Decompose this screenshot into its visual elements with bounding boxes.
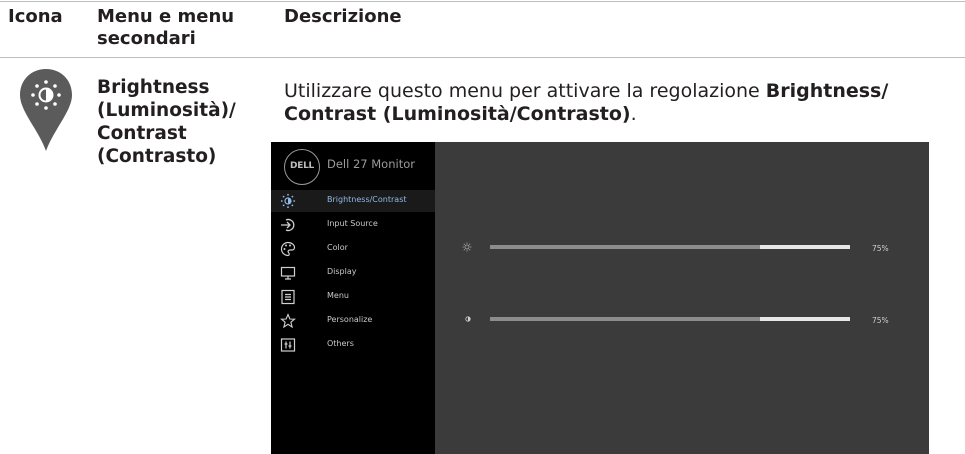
display-icon [280, 266, 296, 280]
menu-item-name: Brightness (Luminosità)/ Contrast (Contr… [97, 77, 236, 167]
description-suffix: . [630, 103, 637, 125]
osd-menu-item-menu[interactable]: Menu [271, 286, 435, 308]
star-icon [280, 313, 296, 329]
contrast-slider[interactable] [490, 317, 850, 321]
menu-icon [281, 289, 295, 305]
top-rule [0, 1, 965, 2]
brightness-value: 75% [872, 244, 889, 253]
osd-menu-item-input-source[interactable]: Input Source [271, 214, 435, 236]
header-rule [0, 57, 965, 58]
osd-content-panel: 75% 75% [435, 142, 929, 454]
osd-sidebar: DELL Dell 27 Monitor Brightness/Contrast… [271, 142, 435, 454]
osd-menu-label: Display [327, 267, 357, 276]
others-icon [280, 338, 296, 352]
contrast-small-icon [465, 316, 471, 322]
brightness-slider-fill [490, 245, 760, 249]
osd-menu-label: Others [327, 339, 354, 348]
color-palette-icon [280, 241, 296, 257]
osd-menu-label: Personalize [327, 315, 373, 324]
dell-logo: DELL [284, 149, 320, 185]
brightness-small-icon [462, 242, 472, 252]
column-header-description: Descrizione [284, 6, 402, 27]
contrast-slider-fill [490, 317, 760, 321]
osd-menu-label: Brightness/Contrast [327, 195, 407, 204]
contrast-value: 75% [872, 316, 889, 325]
osd-menu-label: Color [327, 243, 348, 252]
osd-menu-item-personalize[interactable]: Personalize [271, 310, 435, 332]
description-text: Utilizzare questo menu per attivare la r… [284, 80, 964, 126]
osd-menu-item-others[interactable]: Others [271, 334, 435, 356]
osd-monitor-title: Dell 27 Monitor [327, 157, 415, 171]
osd-menu-item-color[interactable]: Color [271, 238, 435, 260]
osd-screenshot: DELL Dell 27 Monitor Brightness/Contrast… [271, 142, 929, 454]
column-header-icon: Icona [8, 6, 63, 27]
column-header-menu: Menu e menu secondari [97, 6, 235, 49]
osd-menu-label: Input Source [327, 219, 378, 228]
osd-menu-item-brightness-contrast[interactable]: Brightness/Contrast [271, 190, 435, 212]
osd-menu-label: Menu [327, 291, 349, 300]
input-source-icon [281, 218, 295, 232]
brightness-icon [280, 193, 296, 209]
brightness-pin-icon [20, 69, 72, 151]
brightness-slider[interactable] [490, 245, 850, 249]
description-prefix: Utilizzare questo menu per attivare la r… [284, 80, 766, 102]
osd-menu-item-display[interactable]: Display [271, 262, 435, 284]
